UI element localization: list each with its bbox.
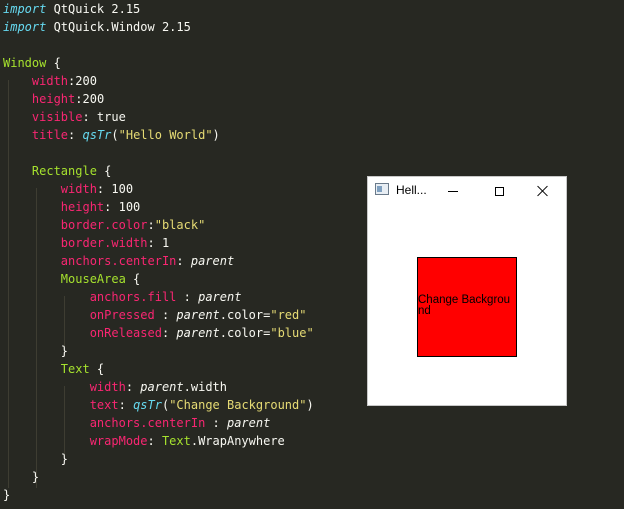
code-line-23: text: qsTr("Change Background") xyxy=(89,398,314,412)
qt-app-window[interactable]: Hell... Change Background xyxy=(367,176,567,406)
code-line-16: MouseArea { xyxy=(60,272,141,286)
code-line-11: width: 100 xyxy=(60,182,134,196)
code-line-17: anchors.fill : parent xyxy=(89,290,242,304)
code-line-1: import QtQuick 2.15 xyxy=(3,2,141,16)
window-icon xyxy=(375,183,389,195)
code-line-26: } xyxy=(60,452,69,466)
minimize-icon xyxy=(448,190,458,192)
code-line-7: visible: true xyxy=(31,110,126,124)
code-line-8: title: qsTr("Hello World") xyxy=(31,128,220,142)
code-line-25: wrapMode: Text.WrapAnywhere xyxy=(89,434,285,448)
code-line-27: } xyxy=(31,470,40,484)
code-line-15: anchors.centerIn: parent xyxy=(60,254,235,268)
close-button[interactable] xyxy=(520,177,566,205)
code-line-12: height: 100 xyxy=(60,200,141,214)
code-line-21: Text { xyxy=(60,362,105,376)
change-background-label: Change Background xyxy=(418,294,511,317)
window-title: Hell... xyxy=(396,183,427,197)
maximize-button[interactable] xyxy=(476,177,522,205)
code-line-22: width: parent.width xyxy=(89,380,227,394)
minimize-button[interactable] xyxy=(430,177,476,205)
code-line-10: Rectangle { xyxy=(31,164,112,178)
code-line-18: onPressed : parent.color="red" xyxy=(89,308,307,322)
code-line-13: border.color:"black" xyxy=(60,218,206,232)
code-line-6: height:200 xyxy=(31,92,105,106)
code-line-24: anchors.centerIn : parent xyxy=(89,416,271,430)
close-icon xyxy=(537,185,549,197)
window-titlebar[interactable]: Hell... xyxy=(368,177,566,205)
code-line-2: import QtQuick.Window 2.15 xyxy=(3,20,191,34)
code-line-14: border.width: 1 xyxy=(60,236,170,250)
maximize-icon xyxy=(494,186,504,196)
code-line-28: } xyxy=(3,488,11,502)
code-line-20: } xyxy=(60,344,69,358)
change-background-rectangle[interactable]: Change Background xyxy=(417,257,517,357)
code-line-4: Window { xyxy=(3,56,61,70)
code-line-5: width:200 xyxy=(31,74,97,88)
code-line-19: onReleased: parent.color="blue" xyxy=(89,326,314,340)
